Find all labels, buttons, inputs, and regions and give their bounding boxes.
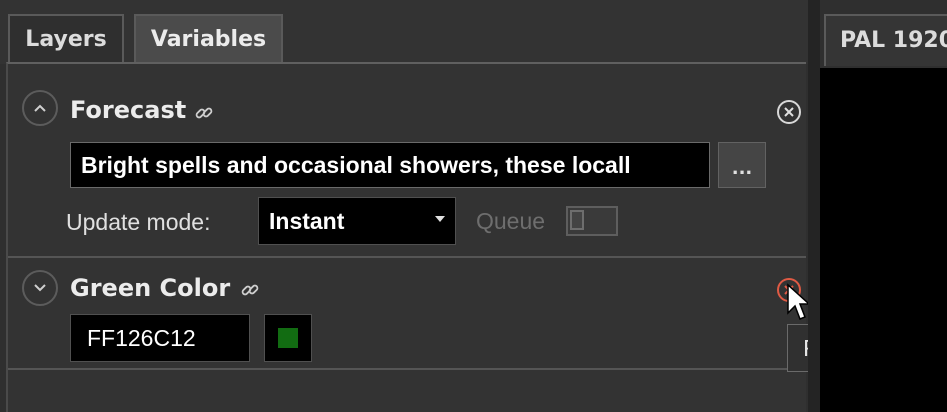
chevron-up-icon [34, 104, 46, 112]
forecast-value-field[interactable]: Bright spells and occasional showers, th… [70, 142, 710, 188]
color-picker-button[interactable] [264, 314, 312, 362]
variable-name: Forecast [70, 96, 187, 124]
update-mode-select[interactable]: Instant [258, 197, 456, 245]
link-icon[interactable] [240, 280, 260, 300]
browse-button[interactable]: ... [718, 142, 766, 188]
variable-green-color: Green Color FF126C12 [8, 258, 806, 370]
preview-panel: PAL 1920 [820, 0, 947, 412]
collapse-button[interactable] [22, 90, 58, 126]
variables-panel: Layers Variables Forecast Bright spells … [0, 0, 905, 412]
variables-list: Forecast Bright spells and occasional sh… [6, 62, 806, 412]
update-mode-value: Instant [269, 208, 345, 234]
color-swatch [278, 328, 298, 348]
variable-forecast: Forecast Bright spells and occasional sh… [8, 64, 806, 258]
color-hex-field[interactable]: FF126C12 [70, 314, 250, 362]
chevron-down-icon [435, 216, 445, 222]
remove-button[interactable] [777, 100, 801, 124]
toggle-knob [570, 210, 584, 230]
tab-variables[interactable]: Variables [134, 14, 283, 62]
tab-preview[interactable]: PAL 1920 [824, 14, 947, 66]
tab-layers[interactable]: Layers [8, 14, 124, 62]
queue-toggle[interactable] [566, 206, 618, 236]
queue-label: Queue [476, 208, 546, 234]
chevron-down-icon [34, 284, 46, 292]
expand-button[interactable] [22, 270, 58, 306]
mouse-cursor-icon [787, 283, 810, 320]
close-icon [784, 107, 794, 117]
link-icon[interactable] [194, 103, 214, 123]
update-mode-label: Update mode: [66, 209, 211, 235]
variable-name: Green Color [70, 274, 231, 302]
panel-tab-strip: Layers Variables [0, 0, 808, 64]
preview-canvas [820, 68, 947, 412]
splitter[interactable] [808, 0, 820, 412]
